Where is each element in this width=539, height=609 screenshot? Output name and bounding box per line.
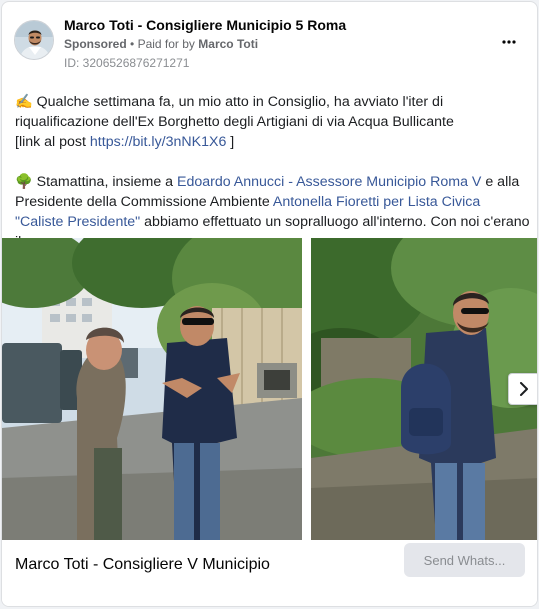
paid-for-name[interactable]: Marco Toti <box>198 37 258 51</box>
post-meta: Sponsored • Paid for by Marco Toti <box>64 37 258 51</box>
carousel-image-2[interactable] <box>311 238 537 540</box>
send-whatsapp-button[interactable]: Send Whats... <box>404 543 525 577</box>
more-horizontal-icon <box>502 40 516 44</box>
link-prefix: [link al post <box>15 134 90 150</box>
link-suffix: ] <box>226 134 235 150</box>
post-paragraph-1: ✍️ Qualche settimana fa, un mio atto in … <box>15 92 530 152</box>
overgrown-area-photo <box>311 238 537 540</box>
avatar-photo <box>15 21 53 59</box>
page-name[interactable]: Marco Toti - Consigliere V Municipio <box>15 556 270 574</box>
post-header: Marco Toti - Consigliere Municipio 5 Rom… <box>2 2 537 80</box>
writing-hand-emoji: ✍️ <box>15 94 33 110</box>
meta-separator: • <box>130 37 135 51</box>
paragraph-text: Stamattina, insieme a <box>36 174 177 190</box>
street-inspection-photo <box>2 238 302 540</box>
tree-emoji: 🌳 <box>15 174 33 190</box>
post-link[interactable]: https://bit.ly/3nNK1X6 <box>90 134 226 150</box>
sponsored-post-card: Marco Toti - Consigliere Municipio 5 Rom… <box>1 1 538 607</box>
image-carousel <box>2 238 537 540</box>
carousel-image-1[interactable] <box>2 238 302 540</box>
ad-id: ID: 3206526876271271 <box>64 56 190 70</box>
paid-for-label: Paid for by <box>137 37 195 51</box>
more-options-button[interactable] <box>499 32 519 52</box>
author-name[interactable]: Marco Toti - Consigliere Municipio 5 Rom… <box>64 17 346 33</box>
avatar[interactable] <box>14 20 54 60</box>
mention-edoardo-annucci[interactable]: Edoardo Annucci - Assessore Municipio Ro… <box>177 174 481 190</box>
paragraph-text: Qualche settimana fa, un mio atto in Con… <box>15 94 454 130</box>
chevron-right-icon <box>520 382 528 396</box>
post-footer: Marco Toti - Consigliere V Municipio Sen… <box>2 540 537 606</box>
sponsored-label: Sponsored <box>64 37 127 51</box>
carousel-next-button[interactable] <box>508 373 537 405</box>
